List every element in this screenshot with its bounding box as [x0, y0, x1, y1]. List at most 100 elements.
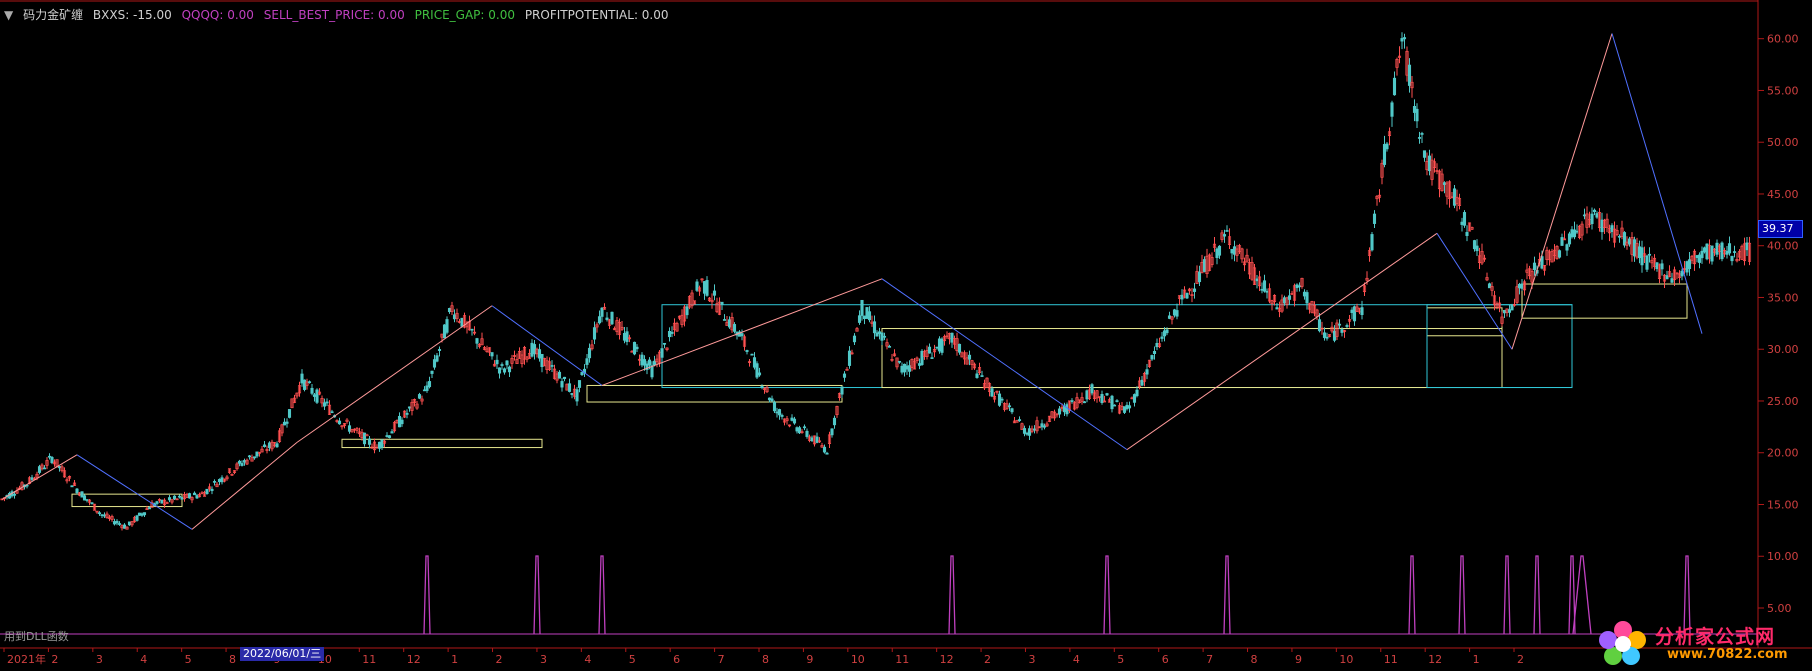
- candle-body: [1000, 398, 1004, 401]
- price-tick-label: 60.00: [1767, 33, 1799, 46]
- candle-body: [917, 363, 922, 366]
- candle-body: [1065, 404, 1069, 415]
- candle-body: [400, 419, 404, 425]
- candle-body: [180, 497, 184, 500]
- candle-body: [75, 488, 79, 494]
- candle-body: [262, 444, 267, 447]
- candle-body: [1040, 423, 1044, 428]
- candle-body: [745, 350, 749, 352]
- candle-body: [905, 365, 909, 370]
- candle-body: [377, 441, 382, 449]
- candle-body: [1260, 288, 1264, 291]
- candle-body: [1085, 390, 1089, 400]
- candle-body: [1360, 307, 1364, 316]
- candle-body: [1407, 64, 1412, 86]
- candle-body: [177, 495, 182, 498]
- candle-body: [797, 427, 802, 434]
- candle-body: [847, 350, 852, 366]
- candle-body: [802, 426, 807, 429]
- flower-logo-icon: [1599, 621, 1646, 665]
- candle-body: [112, 521, 117, 525]
- candle-body: [1230, 248, 1234, 254]
- candle-body: [1265, 290, 1269, 293]
- candle-body: [1295, 284, 1299, 289]
- candle-body: [560, 381, 564, 388]
- candle-body: [705, 280, 709, 296]
- time-tick-label: 6: [673, 653, 680, 666]
- candle-body: [727, 319, 732, 328]
- candle-body: [330, 411, 334, 414]
- watermark-url: www.70822.com: [1667, 647, 1788, 662]
- candle-body: [1557, 250, 1562, 258]
- time-tick-label: 5: [1117, 653, 1124, 666]
- candle-body: [990, 388, 994, 397]
- candle-body: [212, 481, 217, 483]
- candle-body: [810, 437, 814, 442]
- candle-body: [752, 357, 757, 368]
- time-tick-label: 8: [229, 653, 236, 666]
- candle-body: [740, 333, 744, 337]
- candle-body: [1282, 297, 1287, 304]
- candle-body: [192, 492, 197, 496]
- candle-body: [775, 411, 779, 414]
- candle-body: [1165, 329, 1169, 334]
- time-tick-label: 9: [1295, 653, 1302, 666]
- candle-body: [567, 383, 572, 392]
- price-tick-label: 25.00: [1767, 395, 1799, 408]
- candle-body: [1412, 106, 1417, 113]
- candle-body: [1402, 37, 1407, 40]
- candle-body: [757, 372, 762, 376]
- candle-body: [1222, 234, 1227, 237]
- candle-body: [390, 431, 394, 434]
- candle-body: [1695, 255, 1699, 258]
- price-tick-label: 30.00: [1767, 343, 1799, 356]
- time-tick-label: 4: [140, 653, 147, 666]
- candle-body: [155, 501, 159, 504]
- candle-body: [862, 315, 867, 320]
- time-tick-label: 7: [1206, 653, 1213, 666]
- time-tick-label: 11: [895, 653, 909, 666]
- candle-body: [937, 338, 942, 352]
- candle-body: [1520, 283, 1524, 289]
- candle-body: [1027, 428, 1032, 436]
- candle-body: [1232, 246, 1237, 255]
- candle-body: [1567, 233, 1572, 245]
- candle-body: [1332, 330, 1337, 341]
- candle-body: [1145, 369, 1149, 375]
- candle-body: [1070, 400, 1074, 402]
- candle-body: [815, 436, 819, 443]
- candle-body: [1225, 230, 1229, 232]
- time-tick-label: 9: [806, 653, 813, 666]
- candle-body: [425, 385, 429, 391]
- candle-body: [540, 353, 544, 367]
- candle-body: [205, 488, 209, 495]
- candle-body: [325, 401, 329, 404]
- candle-body: [1105, 393, 1109, 396]
- candle-body: [30, 477, 34, 480]
- candle-body: [1507, 309, 1512, 313]
- candle-body: [767, 397, 772, 401]
- candle-body: [1665, 275, 1669, 280]
- candle-body: [85, 499, 89, 501]
- candle-body: [1287, 295, 1292, 300]
- candle-body: [1132, 394, 1137, 403]
- candle-body: [650, 365, 654, 378]
- candle-body: [720, 301, 724, 305]
- candle-body: [755, 363, 759, 378]
- candle-body: [882, 335, 887, 338]
- price-tick-label: 55.00: [1767, 84, 1799, 97]
- candlestick-chart[interactable]: 60.0055.0050.0045.0040.0035.0030.0025.00…: [0, 0, 1812, 671]
- candle-body: [1152, 350, 1157, 355]
- candle-body: [1595, 213, 1599, 218]
- candle-body: [1627, 238, 1632, 245]
- candle-body: [712, 290, 717, 296]
- candle-body: [702, 281, 707, 294]
- candle-body: [722, 319, 727, 321]
- candle-body: [1302, 291, 1307, 297]
- candle-body: [452, 314, 457, 320]
- candle-body: [117, 523, 122, 525]
- candle-body: [242, 460, 247, 463]
- dropdown-icon[interactable]: ▼: [4, 8, 13, 22]
- candle-body: [1122, 406, 1127, 413]
- candle-body: [302, 379, 307, 390]
